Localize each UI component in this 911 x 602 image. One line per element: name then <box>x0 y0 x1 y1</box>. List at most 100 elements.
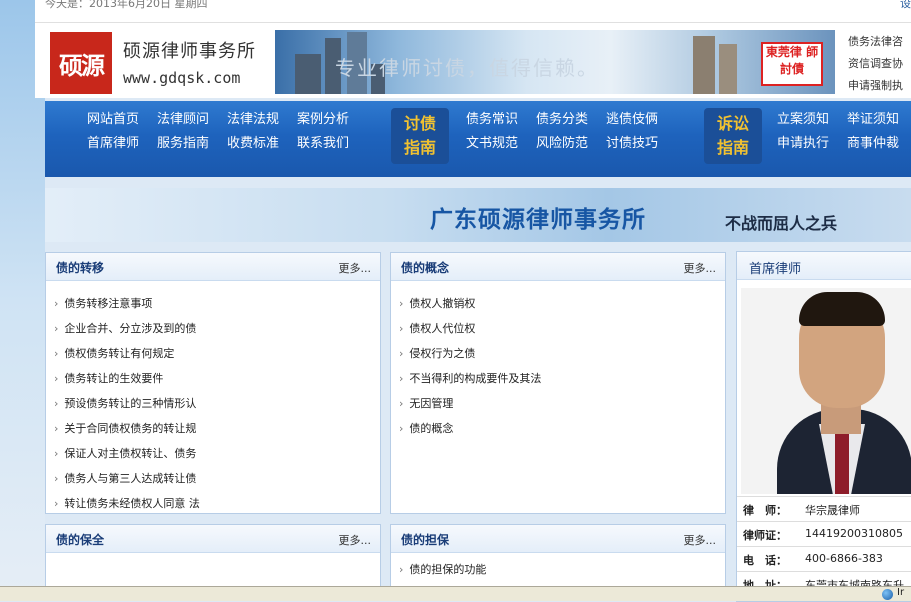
panel-header: 债的概念 更多... <box>391 253 725 281</box>
info-value: 14419200310805 <box>805 527 903 540</box>
header-banner: 专业律师讨债，值得信赖。 東莞律 師討債 <box>275 30 835 94</box>
panel-header: 债的保全 更多... <box>46 525 380 553</box>
nav-item[interactable]: 首席律师 <box>87 135 157 152</box>
banner-building <box>295 54 321 94</box>
globe-icon <box>882 589 893 600</box>
chief-lawyer-panel: 首席律师 律 师： 华宗晟律师 律师证： 14419200310805 电 话：… <box>736 251 911 602</box>
firm-banner-tagline: 不战而屈人之兵 <box>725 214 838 233</box>
more-link[interactable]: 更多... <box>339 260 372 276</box>
nav-item[interactable]: 文书规范 <box>466 135 536 152</box>
side-link[interactable]: 资信调查协 <box>848 53 903 75</box>
nav-item[interactable]: 立案须知 <box>777 111 847 128</box>
nav-item[interactable]: 讨债技巧 <box>606 135 676 152</box>
header-side-links: 债务法律咨 资信调查协 申请强制执 <box>848 31 903 97</box>
list-item[interactable]: 侵权行为之债 <box>399 341 725 366</box>
badge-line: 指南 <box>716 138 749 157</box>
nav-item[interactable]: 逃债伎俩 <box>606 111 676 128</box>
info-value: 400-6866-383 <box>805 552 883 565</box>
list-item[interactable]: 企业合并、分立涉及到的债 <box>54 316 380 341</box>
info-key: 律师证： <box>743 529 787 542</box>
list-item[interactable]: 债权人撤销权 <box>399 291 725 316</box>
panel-header: 债的担保 更多... <box>391 525 725 553</box>
list-item[interactable]: 债权人代位权 <box>399 316 725 341</box>
panel-debt-concept: 债的概念 更多... 债权人撤销权 债权人代位权 侵权行为之债 不当得利的构成要… <box>390 252 726 514</box>
site-logo[interactable]: 硕源 <box>50 32 112 94</box>
list-item[interactable]: 债的概念 <box>399 416 725 441</box>
info-value: 华宗晟律师 <box>805 504 860 517</box>
side-link[interactable]: 申请强制执 <box>848 75 903 97</box>
info-row: 律 师： 华宗晟律师 <box>737 496 911 521</box>
badge-line: 诉讼 <box>716 114 749 133</box>
list-item[interactable]: 预设债务转让的三种情形认 <box>54 391 380 416</box>
panel-debt-guarantee: 债的担保 更多... 债的担保的功能 <box>390 524 726 588</box>
lawyer-photo <box>741 288 911 494</box>
main-navigation: 网站首页 法律顾问 法律法规 案例分析 首席律师 服务指南 收费标准 联系我们 … <box>45 101 911 177</box>
list-item[interactable]: 转让债务未经债权人同意 法 <box>54 491 380 516</box>
banner-slogan: 专业律师讨债，值得信赖。 <box>335 56 599 80</box>
nav-item[interactable]: 举证须知 <box>847 111 911 128</box>
photo-tie <box>835 434 849 494</box>
info-row: 律师证： 14419200310805 <box>737 521 911 546</box>
banner-building <box>693 36 715 94</box>
panel-title: 债的概念 <box>401 261 450 275</box>
nav-item[interactable]: 法律顾问 <box>157 111 227 128</box>
more-link[interactable]: 更多... <box>339 532 372 548</box>
litigation-guide-badge[interactable]: 诉讼 指南 <box>704 108 762 164</box>
article-list: 债的担保的功能 <box>391 553 725 582</box>
panel-title: 债的担保 <box>401 533 450 547</box>
list-item[interactable]: 债务转移注意事项 <box>54 291 380 316</box>
site-header: 硕源 硕源律师事务所 www.gdqsk.com 专业律师讨债，值得信赖。 東莞… <box>35 23 911 98</box>
badge-line: 讨债 <box>403 114 436 133</box>
badge-line: 指南 <box>403 138 436 157</box>
debt-guide-badge[interactable]: 讨债 指南 <box>391 108 449 164</box>
banner-building <box>719 44 737 94</box>
list-item[interactable]: 债务转让的生效要件 <box>54 366 380 391</box>
side-link[interactable]: 债务法律咨 <box>848 31 903 53</box>
panel-header: 债的转移 更多... <box>46 253 380 281</box>
nav-item[interactable]: 收费标准 <box>227 135 297 152</box>
panel-title: 债的转移 <box>56 261 105 275</box>
nav-group-main: 网站首页 法律顾问 法律法规 案例分析 首席律师 服务指南 收费标准 联系我们 <box>87 111 367 152</box>
nav-item[interactable]: 案例分析 <box>297 111 367 128</box>
nav-item[interactable]: 债务常识 <box>466 111 536 128</box>
list-item[interactable]: 债的担保的功能 <box>399 557 725 582</box>
nav-item[interactable]: 申请执行 <box>777 135 847 152</box>
list-item[interactable]: 保证人对主债权转让、债务 <box>54 441 380 466</box>
list-item[interactable]: 不当得利的构成要件及其法 <box>399 366 725 391</box>
list-item[interactable]: 债权债务转让有何规定 <box>54 341 380 366</box>
list-item[interactable]: 关于合同债权债务的转让规 <box>54 416 380 441</box>
info-key: 律 师： <box>743 504 787 517</box>
list-item[interactable]: 无因管理 <box>399 391 725 416</box>
nav-group-litigation: 立案须知 举证须知 申请执行 商事仲裁 <box>777 111 911 152</box>
nav-item[interactable]: 风险防范 <box>536 135 606 152</box>
lawyer-info: 律 师： 华宗晟律师 律师证： 14419200310805 电 话： 400-… <box>737 496 911 596</box>
panel-debt-transfer: 债的转移 更多... 债务转移注意事项 企业合并、分立涉及到的债 债权债务转让有… <box>45 252 381 514</box>
nav-item[interactable]: 网站首页 <box>87 111 157 128</box>
nav-group-debt: 债务常识 债务分类 逃债伎俩 文书规范 风险防范 讨债技巧 <box>466 111 676 152</box>
current-date: 今天是：2013年6月20日 星期四 <box>45 0 208 10</box>
nav-item[interactable]: 联系我们 <box>297 135 367 152</box>
settings-link[interactable]: 设 <box>900 0 911 11</box>
photo-hair <box>799 292 885 326</box>
panel-title: 债的保全 <box>56 533 105 547</box>
banner-stamp: 東莞律 師討債 <box>761 42 823 86</box>
status-text: Ir <box>897 587 905 598</box>
brand-url: www.gdqsk.com <box>123 69 241 87</box>
article-list: 债权人撤销权 债权人代位权 侵权行为之债 不当得利的构成要件及其法 无因管理 债… <box>391 281 725 441</box>
info-row: 电 话： 400-6866-383 <box>737 546 911 571</box>
brand-name: 硕源律师事务所 <box>123 41 256 62</box>
nav-item[interactable]: 法律法规 <box>227 111 297 128</box>
info-key: 电 话： <box>743 554 787 567</box>
firm-banner-title: 广东硕源律师事务所 <box>430 207 646 233</box>
nav-item[interactable]: 服务指南 <box>157 135 227 152</box>
article-list: 债务转移注意事项 企业合并、分立涉及到的债 债权债务转让有何规定 债务转让的生效… <box>46 281 380 516</box>
panel-title: 首席律师 <box>749 262 802 277</box>
nav-item[interactable]: 债务分类 <box>536 111 606 128</box>
more-link[interactable]: 更多... <box>684 532 717 548</box>
panel-header: 首席律师 <box>737 252 911 280</box>
panel-debt-preservation: 债的保全 更多... <box>45 524 381 588</box>
nav-item[interactable]: 商事仲裁 <box>847 135 911 152</box>
more-link[interactable]: 更多... <box>684 260 717 276</box>
firm-banner: 广东硕源律师事务所 不战而屈人之兵 <box>45 188 911 242</box>
list-item[interactable]: 债务人与第三人达成转让债 <box>54 466 380 491</box>
